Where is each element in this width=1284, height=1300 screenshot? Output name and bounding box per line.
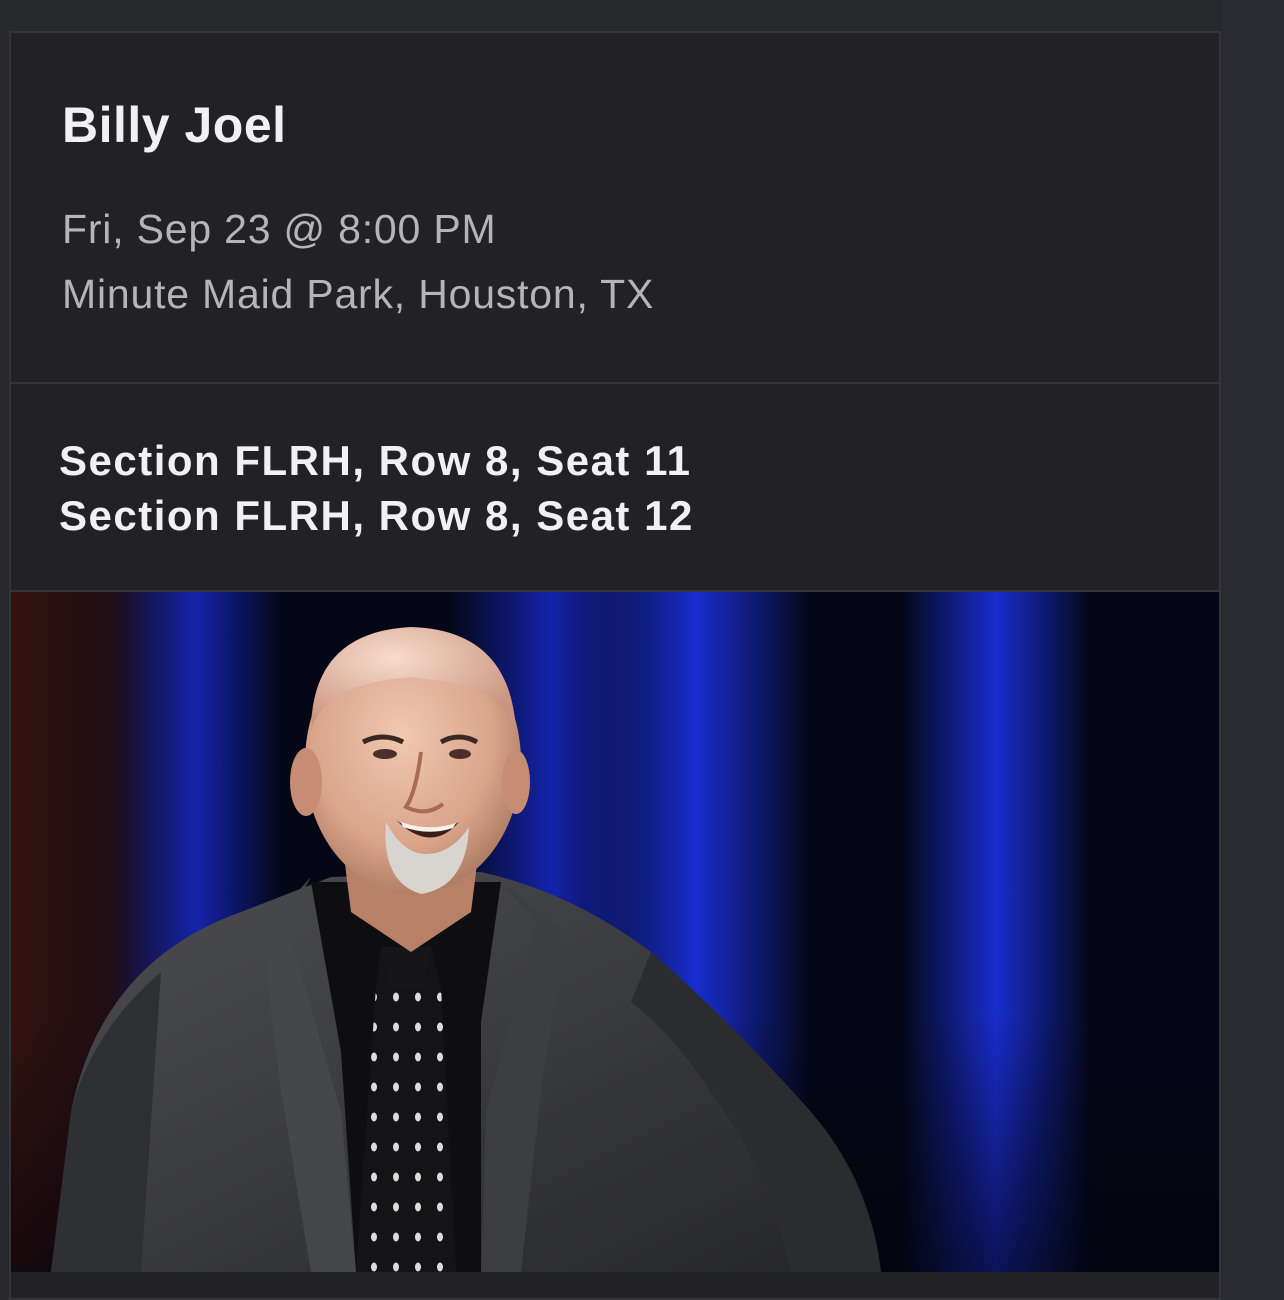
ticket-screen: Billy Joel Fri, Sep 23 @ 8:00 PM Minute … [0, 0, 1284, 1300]
side-margin [1222, 0, 1284, 1300]
event-info: Billy Joel Fri, Sep 23 @ 8:00 PM Minute … [11, 33, 1219, 384]
seat-line: Section FLRH, Row 8, Seat 11 [59, 437, 692, 484]
event-hero-image [11, 592, 1219, 1272]
event-venue: Minute Maid Park, Houston, TX [62, 271, 655, 317]
ticket-card[interactable]: Billy Joel Fri, Sep 23 @ 8:00 PM Minute … [9, 31, 1221, 1300]
seat-line: Section FLRH, Row 8, Seat 12 [59, 492, 694, 539]
seat-info: Section FLRH, Row 8, Seat 11 Section FLR… [11, 384, 1219, 592]
event-datetime: Fri, Sep 23 @ 8:00 PM [62, 206, 497, 252]
artist-photo [11, 592, 1219, 1272]
event-title: Billy Joel [62, 97, 287, 153]
